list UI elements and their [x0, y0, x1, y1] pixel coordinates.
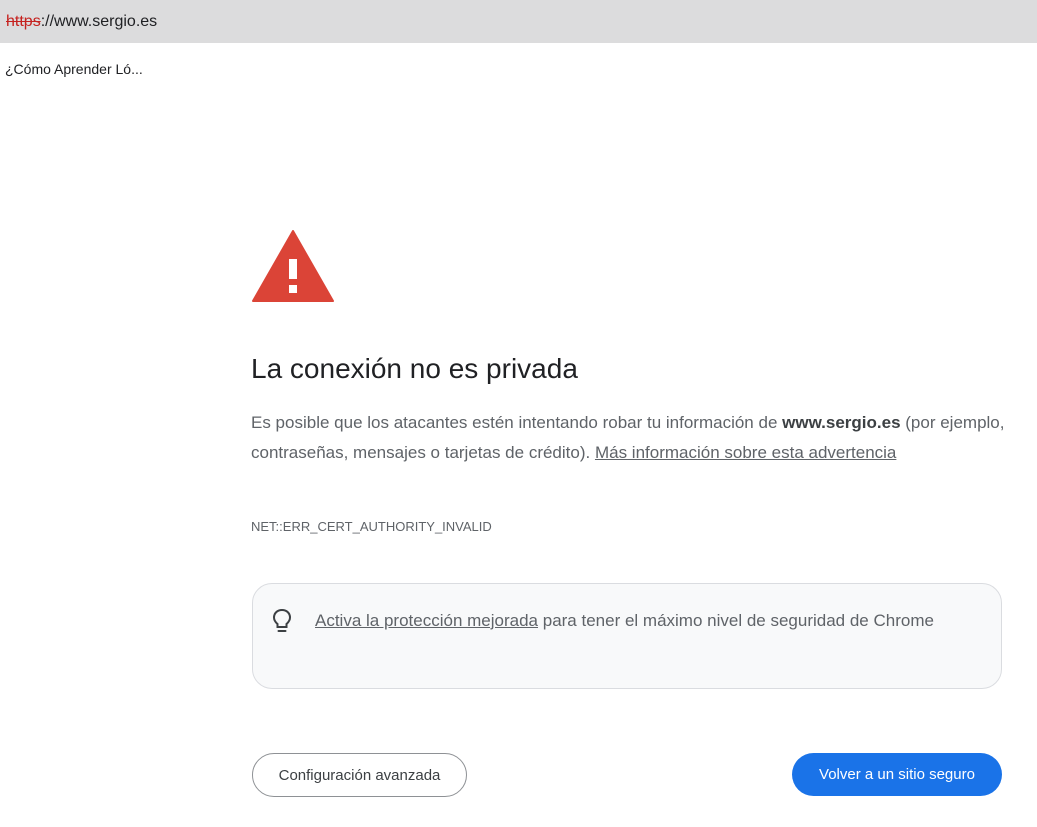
learn-more-link[interactable]: Más información sobre esta advertencia: [595, 443, 896, 462]
error-description: Es posible que los atacantes estén inten…: [251, 408, 1011, 468]
address-bar[interactable]: https://www.sergio.es: [0, 0, 1037, 43]
promo-text-rest: para tener el máximo nivel de seguridad …: [538, 611, 934, 630]
description-domain: www.sergio.es: [782, 413, 901, 432]
description-text-start: Es posible que los atacantes estén inten…: [251, 413, 783, 432]
tab-title[interactable]: ¿Cómo Aprender Ló...: [5, 61, 143, 77]
promo-text: Activa la protección mejorada para tener…: [315, 606, 975, 636]
back-to-safety-button[interactable]: Volver a un sitio seguro: [792, 753, 1002, 796]
enhanced-protection-promo: Activa la protección mejorada para tener…: [252, 583, 1002, 689]
enhanced-protection-link[interactable]: Activa la protección mejorada: [315, 611, 538, 630]
lightbulb-icon: [272, 608, 292, 632]
warning-triangle-icon: [252, 230, 334, 302]
url-host: ://www.sergio.es: [40, 12, 158, 30]
page-title: La conexión no es privada: [251, 353, 578, 384]
advanced-settings-button[interactable]: Configuración avanzada: [252, 753, 467, 797]
url-scheme-insecure: https: [6, 12, 41, 30]
error-code: NET::ERR_CERT_AUTHORITY_INVALID: [251, 519, 492, 534]
